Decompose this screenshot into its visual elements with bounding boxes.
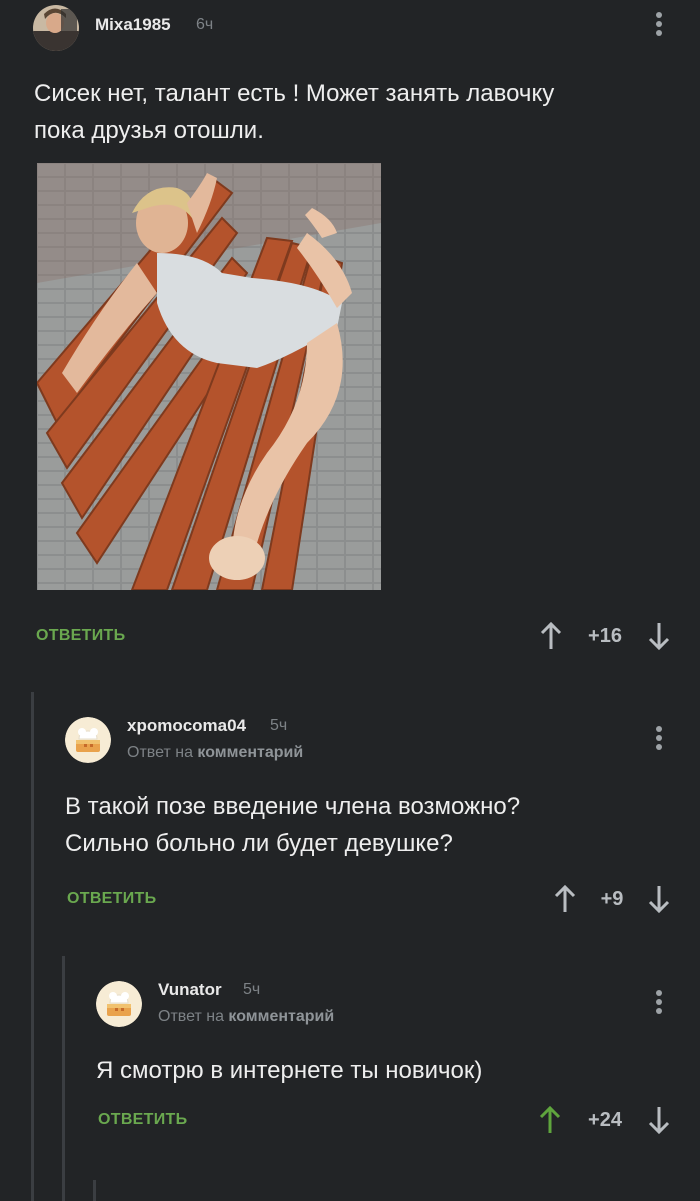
- comment-text-line: Сильно больно ли будет девушке?: [65, 830, 453, 857]
- comment-image[interactable]: [37, 163, 381, 590]
- more-vertical-icon[interactable]: [649, 9, 669, 39]
- comment-author[interactable]: Mixa1985: [95, 15, 171, 35]
- reply-to-prefix: Ответ на: [127, 744, 193, 761]
- comment-time: 5ч: [270, 717, 288, 734]
- reply-to-link[interactable]: комментарий: [197, 744, 303, 761]
- reply-to-label: Ответ на комментарий: [127, 744, 303, 762]
- more-vertical-icon[interactable]: [649, 723, 669, 753]
- comment-author[interactable]: Vunator: [158, 980, 222, 1000]
- reply-button[interactable]: ОТВЕТИТЬ: [67, 890, 156, 908]
- arrow-down-icon[interactable]: [647, 621, 671, 651]
- comment-text-line: В такой позе введение члена возможно?: [65, 793, 521, 820]
- vote-score: +9: [600, 888, 624, 910]
- arrow-up-icon[interactable]: [538, 1105, 562, 1135]
- arrow-down-icon[interactable]: [647, 884, 671, 914]
- comment-text-line: пока друзья отошли.: [34, 117, 264, 144]
- comment-text-line: Сисек нет, талант есть ! Может занять ла…: [34, 80, 555, 107]
- vote-score: +24: [588, 1109, 622, 1131]
- reply-to-label: Ответ на комментарий: [158, 1008, 334, 1026]
- comment-text-line: Я смотрю в интернете ты новичок): [96, 1057, 483, 1084]
- comment-text: В такой позе введение члена возможно? Си…: [65, 788, 675, 862]
- reply-button[interactable]: ОТВЕТИТЬ: [98, 1111, 187, 1129]
- comment-text: Я смотрю в интернете ты новичок): [96, 1052, 676, 1089]
- thread-line[interactable]: [31, 692, 34, 1201]
- arrow-up-icon[interactable]: [539, 621, 563, 651]
- arrow-down-icon[interactable]: [647, 1105, 671, 1135]
- more-vertical-icon[interactable]: [649, 987, 669, 1017]
- reply-to-prefix: Ответ на: [158, 1008, 224, 1025]
- avatar-default-cake[interactable]: [96, 981, 142, 1027]
- vote-score: +16: [588, 625, 622, 647]
- reply-to-link[interactable]: комментарий: [228, 1008, 334, 1025]
- arrow-up-icon[interactable]: [553, 884, 577, 914]
- thread-line[interactable]: [62, 956, 65, 1201]
- avatar-default-cake[interactable]: [65, 717, 111, 763]
- reply-button[interactable]: ОТВЕТИТЬ: [36, 627, 125, 645]
- comment-text: Сисек нет, талант есть ! Может занять ла…: [34, 75, 674, 149]
- comment-author[interactable]: xpomocoma04: [127, 716, 246, 736]
- comment-time: 6ч: [196, 16, 214, 33]
- thread-line[interactable]: [93, 1180, 96, 1201]
- avatar[interactable]: [33, 5, 79, 51]
- comment-time: 5ч: [243, 981, 261, 998]
